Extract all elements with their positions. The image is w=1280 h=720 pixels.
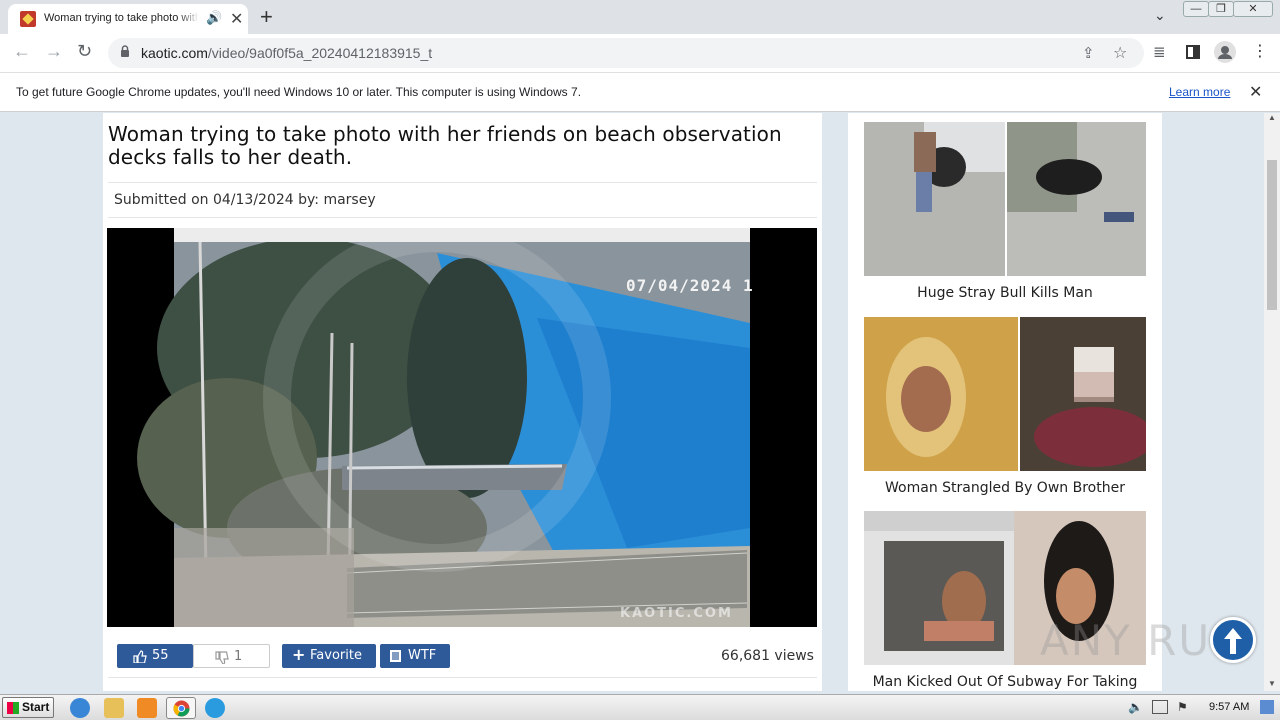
lock-icon[interactable] [120, 45, 130, 57]
profile-icon[interactable] [1214, 41, 1236, 63]
start-button[interactable]: Start [2, 697, 54, 718]
related-video-title[interactable]: Man Kicked Out Of Subway For Taking [864, 674, 1146, 690]
menu-icon[interactable]: ⋮ [1252, 41, 1268, 61]
related-video-item[interactable]: Huge Stray Bull Kills Man [864, 122, 1146, 312]
url-path: /video/9a0f0f5a_20240412183915_t [207, 45, 433, 61]
arrow-up-icon [1224, 628, 1242, 654]
video-player[interactable]: 07/04/2024 1 KAOTIC.COM [107, 228, 817, 627]
media-player-icon[interactable] [137, 698, 157, 718]
sidepanel-icon[interactable] [1186, 45, 1200, 59]
main-content: Woman trying to take photo with her frie… [103, 113, 822, 691]
view-count: 66,681 views [721, 648, 814, 664]
taskbar-clock[interactable]: 9:57 AM [1209, 701, 1249, 713]
update-infobar: To get future Google Chrome updates, you… [0, 72, 1280, 112]
related-video-title[interactable]: Woman Strangled By Own Brother [864, 480, 1146, 496]
thumbs-down-icon [215, 651, 229, 664]
back-icon[interactable]: ← [13, 41, 31, 62]
divider [108, 182, 817, 183]
new-tab-button[interactable]: + [260, 4, 273, 30]
address-bar[interactable]: kaotic.com/video/9a0f0f5a_20240412183915… [108, 38, 1144, 68]
wtf-label: WTF [408, 648, 437, 663]
video-thumbnail[interactable] [864, 122, 1146, 276]
media-icon[interactable]: ≣ [1153, 43, 1166, 61]
file-explorer-icon[interactable] [104, 698, 124, 718]
url-domain: kaotic.com [141, 45, 208, 61]
infobar-close-icon[interactable]: ✕ [1249, 82, 1262, 102]
video-thumbnail[interactable] [864, 317, 1146, 471]
wtf-button[interactable]: WTF [380, 644, 450, 668]
chrome-taskbar-button[interactable] [166, 697, 196, 719]
video-timestamp: 07/04/2024 1 [626, 276, 754, 295]
divider [108, 217, 817, 218]
wtf-icon [390, 650, 401, 662]
speaker-icon[interactable]: 🔊 [206, 10, 222, 26]
show-desktop-icon[interactable] [1260, 700, 1274, 714]
windows-taskbar: Start 🔈 ⚑ 9:57 AM [0, 694, 1280, 720]
internet-explorer-icon[interactable] [70, 698, 90, 718]
like-count: 55 [152, 648, 169, 663]
tab-strip: Woman trying to take photo with her frie… [0, 0, 1280, 34]
reload-icon[interactable]: ↻ [77, 41, 92, 62]
favorite-label: Favorite [310, 648, 362, 663]
chrome-icon [173, 700, 190, 717]
related-video-title[interactable]: Huge Stray Bull Kills Man [864, 285, 1146, 301]
start-label: Start [22, 700, 50, 714]
submission-info: Submitted on 04/13/2024 by: marsey [114, 192, 376, 208]
browser-tab[interactable]: Woman trying to take photo with her frie… [8, 4, 248, 34]
like-button[interactable]: 55 [117, 644, 193, 668]
action-center-flag-icon[interactable]: ⚑ [1177, 700, 1188, 714]
scroll-down-icon[interactable]: ▼ [1268, 679, 1276, 688]
volume-icon[interactable]: 🔈 [1128, 700, 1143, 714]
share-icon[interactable]: ⇪ [1082, 44, 1095, 62]
page-scrollbar[interactable]: ▲ ▼ [1264, 113, 1280, 691]
minimize-button[interactable]: — [1183, 1, 1209, 17]
scroll-to-top-button[interactable] [1210, 617, 1256, 663]
scroll-thumb[interactable] [1267, 160, 1277, 310]
close-tab-icon[interactable]: ✕ [230, 9, 243, 29]
close-window-button[interactable]: ✕ [1233, 1, 1273, 17]
video-watermark: KAOTIC.COM [620, 606, 733, 621]
dislike-button[interactable]: 1 [193, 644, 270, 668]
favorite-button[interactable]: + Favorite [282, 644, 376, 668]
maximize-button[interactable]: ❐ [1208, 1, 1234, 17]
learn-more-link[interactable]: Learn more [1169, 85, 1230, 99]
scroll-up-icon[interactable]: ▲ [1268, 113, 1276, 122]
infobar-message: To get future Google Chrome updates, you… [16, 85, 582, 99]
star-icon[interactable]: ☆ [1113, 43, 1127, 63]
plus-icon: + [292, 645, 306, 664]
related-video-item[interactable]: Woman Strangled By Own Brother [864, 317, 1146, 502]
forward-icon[interactable]: → [45, 41, 63, 62]
browser-toolbar: ← → ↻ kaotic.com/video/9a0f0f5a_20240412… [0, 34, 1280, 72]
divider [108, 677, 817, 678]
video-title: Woman trying to take photo with her frie… [108, 122, 782, 169]
thumbs-up-icon [133, 650, 147, 663]
windows-logo-icon [7, 702, 19, 714]
page-viewport: Woman trying to take photo with her frie… [0, 113, 1264, 691]
network-icon[interactable] [1152, 700, 1168, 714]
tab-search-icon[interactable]: ⌄ [1154, 7, 1166, 24]
edge-icon[interactable] [205, 698, 225, 718]
url-text[interactable]: kaotic.com/video/9a0f0f5a_20240412183915… [141, 45, 432, 61]
related-videos-sidebar: Huge Stray Bull Kills Man Woman Strangle… [848, 113, 1162, 691]
tab-title: Woman trying to take photo with her frie… [44, 12, 199, 24]
site-favicon-icon [20, 11, 36, 27]
dislike-count: 1 [234, 649, 243, 664]
